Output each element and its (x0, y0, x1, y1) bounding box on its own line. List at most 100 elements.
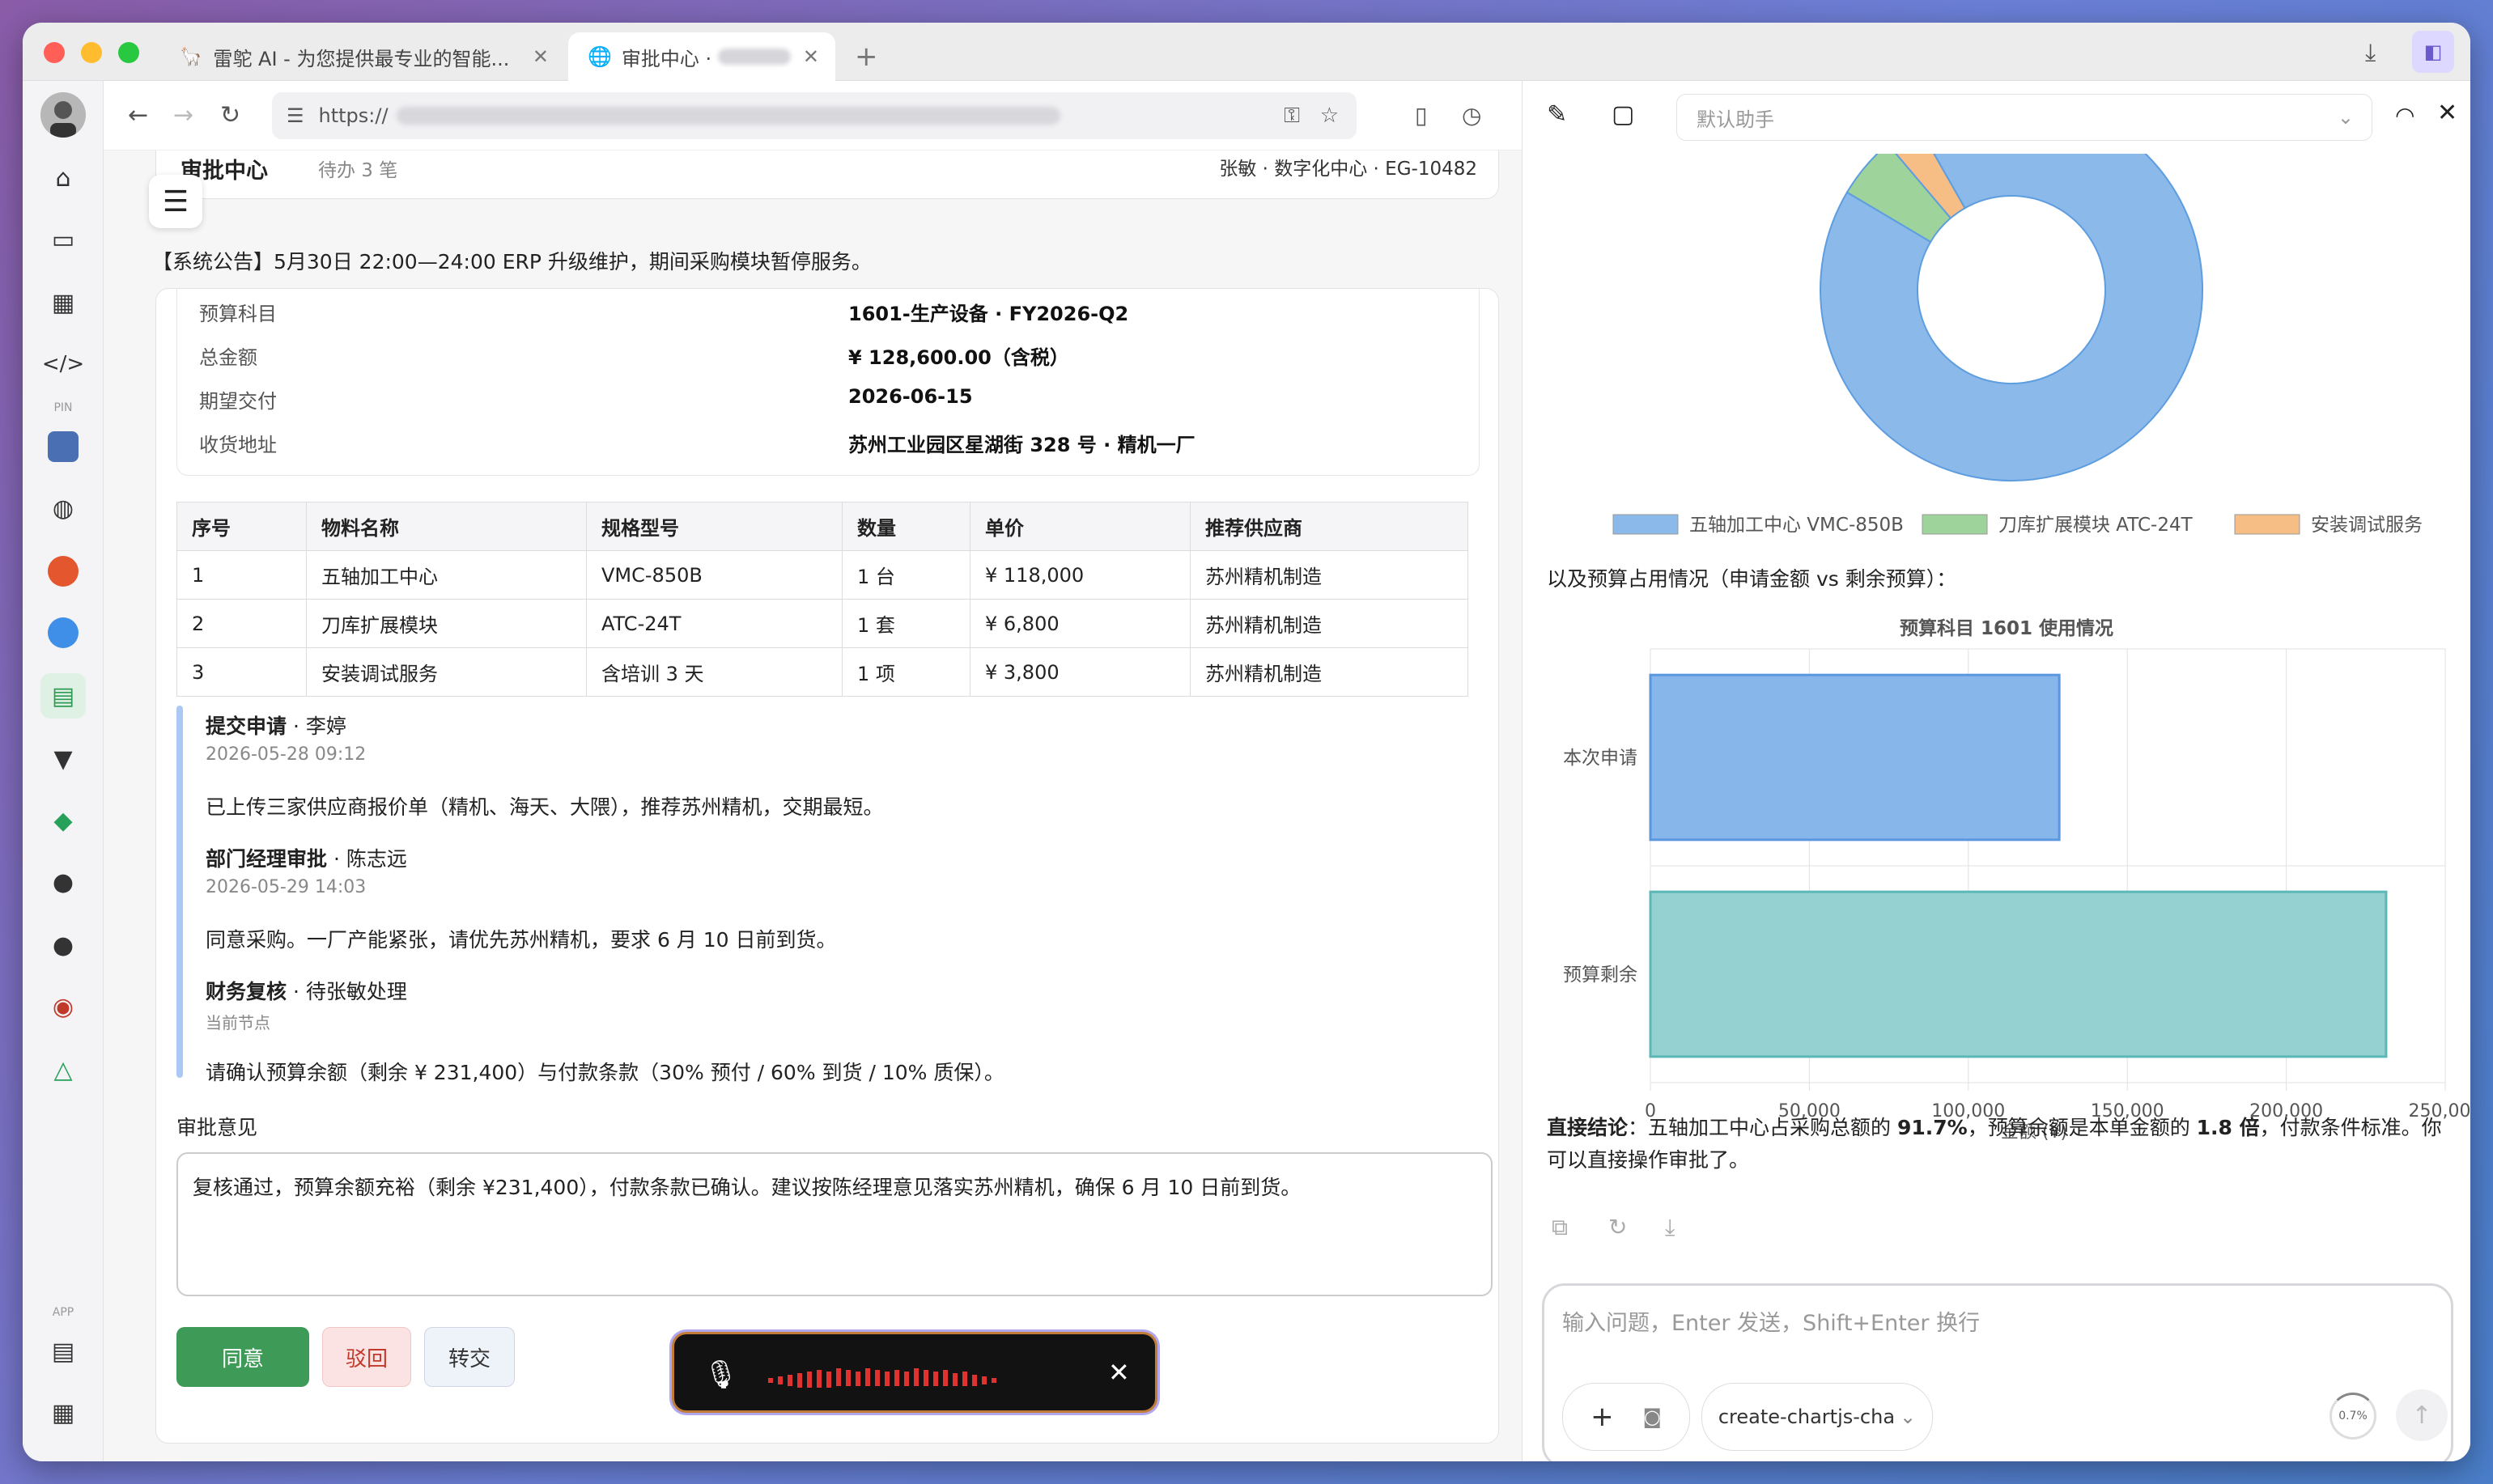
legend-swatch (1612, 514, 1679, 535)
step-time: 当前节点 (206, 1013, 270, 1032)
zoom-window-button[interactable] (118, 42, 139, 63)
triangle-app-icon[interactable]: △ (40, 1047, 86, 1092)
table-cell: ¥ 6,800 (970, 599, 1191, 648)
home-icon[interactable]: ⌂ (40, 155, 86, 201)
star-icon[interactable]: ☆ (1320, 104, 1339, 128)
regenerate-icon[interactable]: ↻ (1608, 1214, 1627, 1240)
conclusion-highlight: 1.8 倍 (2196, 1116, 2260, 1139)
skill-chip[interactable]: create-chartjs-cha ⌄ (1701, 1383, 1933, 1451)
leituo-favicon-icon: 🦙 (180, 46, 202, 67)
key-icon[interactable]: ⚿ (1284, 104, 1300, 129)
bookmark-icon[interactable]: ▯ (1415, 102, 1427, 129)
add-icon[interactable]: + (1591, 1401, 1614, 1433)
avatar[interactable] (40, 92, 86, 138)
briefcase-icon[interactable]: ▭ (40, 217, 86, 262)
step-title: 提交申请 (206, 714, 287, 738)
v-app-icon[interactable]: ▼ (40, 736, 86, 782)
chevron-down-icon: ⌄ (2337, 106, 2354, 129)
legend-label: 安装调试服务 (2311, 515, 2423, 536)
conclusion-part: ：五轴加工中心占采购总额的 (1628, 1116, 1897, 1139)
conclusion-part: ，付款条件标准。你 (2259, 1116, 2442, 1139)
minimize-window-button[interactable] (81, 42, 102, 63)
hamburger-menu-icon[interactable]: ☰ (149, 175, 202, 228)
chat-composer: 输入问题，Enter 发送，Shift+Enter 换行 + ◙ create-… (1542, 1283, 2453, 1461)
tab-approval-center[interactable]: 🌐 审批中心 · ✕ (568, 32, 835, 81)
emblem-app-icon[interactable]: ◉ (40, 984, 86, 1029)
fields-box (176, 288, 1480, 476)
step-comment: 请确认预算余额（剩余 ¥ 231,400）与付款条款（30% 预付 / 60% … (206, 1061, 1004, 1084)
back-icon[interactable]: ← (128, 101, 148, 129)
tab-title: 审批中心 · (621, 47, 712, 70)
notes-icon[interactable]: ▤ (40, 1329, 86, 1374)
reject-button[interactable]: 驳回 (322, 1327, 411, 1387)
history-icon[interactable]: ◷ (1462, 102, 1481, 129)
close-voice-icon[interactable]: ✕ (1108, 1357, 1130, 1388)
microphone-icon[interactable]: 🎙 (703, 1359, 738, 1391)
download-icon[interactable]: ⤓ (1665, 1214, 1675, 1241)
send-button[interactable]: ↑ (2396, 1389, 2448, 1441)
code-icon[interactable]: </> (40, 341, 86, 387)
assistant-selector[interactable]: 默认助手 ⌄ (1676, 94, 2372, 141)
step-time: 2026-05-28 09:12 (206, 744, 367, 765)
calendar-icon[interactable]: ▦ (40, 1390, 86, 1435)
new-chat-icon[interactable]: ✎ (1547, 100, 1567, 129)
table-cell: VMC-850B (586, 550, 843, 600)
table-header: 物料名称 (306, 502, 587, 551)
step-comment: 同意采购。一厂产能紧张，请优先苏州精机，要求 6 月 10 日前到货。 (206, 928, 837, 952)
download-icon[interactable]: ⤓ (2365, 39, 2376, 67)
field-label: 收货地址 (199, 434, 277, 456)
leituo-app-icon[interactable] (40, 424, 86, 469)
diamond-app-icon[interactable]: ◆ (40, 798, 86, 843)
approve-button[interactable]: 同意 (176, 1327, 309, 1387)
assistant-panel: ✎ ▢ 默认助手 ⌄ ◠ ✕ 五轴加工中心 VMC-850B 刀库扩展模块 ATC… (1522, 81, 2470, 1461)
sidepanel-toggle-icon[interactable]: ◧ (2412, 31, 2454, 73)
assistant-selector-text: 默认助手 (1697, 108, 1774, 131)
table-row: 3 安装调试服务 含培训 3 天 1 项 ¥ 3,800 苏州精机制造 (176, 647, 1468, 697)
github-icon[interactable]: ● (40, 922, 86, 968)
table-cell: 苏州精机制造 (1190, 599, 1468, 648)
close-tab-icon[interactable]: ✕ (803, 45, 819, 68)
camera-icon[interactable]: ◙ (1643, 1406, 1662, 1428)
field-label: 总金额 (199, 346, 257, 369)
document-app-icon[interactable]: ▤ (40, 673, 86, 719)
opinion-textarea[interactable]: 复核通过，预算余额充裕（剩余 ¥231,400），付款条款已确认。建议按陈经理意… (176, 1152, 1493, 1296)
apps-grid-icon[interactable]: ▦ (40, 280, 86, 325)
monkey-app-icon[interactable] (40, 549, 86, 594)
chat-input[interactable]: 输入问题，Enter 发送，Shift+Enter 换行 (1562, 1305, 1980, 1337)
swirl-app-icon[interactable] (40, 610, 86, 655)
pending-count: 待办 3 笔 (318, 160, 398, 181)
browser-window: 🦙 雷鸵 AI - 为您提供最专业的智能... ✕ 🌐 审批中心 · ✕ + ⤓… (23, 23, 2470, 1461)
table-cell: 2 (176, 599, 307, 648)
bar[interactable] (1649, 673, 2061, 842)
table-cell: ¥ 3,800 (970, 647, 1191, 697)
conclusion-part: ，预算余额是本单金额的 (1967, 1116, 2197, 1139)
tab-leituo-ai[interactable]: 🦙 雷鸵 AI - 为您提供最专业的智能... ✕ (160, 32, 565, 81)
table-cell: 1 (176, 550, 307, 600)
close-window-button[interactable] (44, 42, 65, 63)
close-panel-icon[interactable]: ✕ (2437, 99, 2457, 127)
table-cell: 含培训 3 天 (586, 647, 843, 697)
github-icon[interactable]: ● (40, 859, 86, 905)
main-browser-pane: ← → ↻ ☰ https:// ⚿ ☆ ▯ ◷ 审批中心 待办 3 笔 张敏 … (104, 81, 1522, 1461)
speed-gauge-icon[interactable]: ◠ (2395, 102, 2414, 129)
url-field[interactable]: ☰ https:// ⚿ ☆ (272, 92, 1357, 139)
new-tab-button[interactable]: + (855, 40, 878, 73)
reload-icon[interactable]: ↻ (220, 101, 240, 129)
conclusion-prefix: 直接结论 (1547, 1116, 1629, 1139)
table-cell: 苏州精机制造 (1190, 647, 1468, 697)
copy-icon[interactable]: ⧉ (1552, 1214, 1568, 1241)
title-bar: 🦙 雷鸵 AI - 为您提供最专业的智能... ✕ 🌐 审批中心 · ✕ + ⤓… (23, 23, 2470, 81)
field-label: 预算科目 (199, 303, 277, 325)
app-section-label: APP (52, 1306, 74, 1319)
blurred-url (396, 107, 1060, 125)
pin-section-label: PIN (53, 401, 73, 414)
forward-icon[interactable]: → (173, 101, 193, 129)
close-tab-icon[interactable]: ✕ (533, 45, 549, 68)
bar[interactable] (1649, 890, 2388, 1058)
transfer-button[interactable]: 转交 (424, 1327, 515, 1387)
chat-history-icon[interactable]: ▢ (1612, 100, 1634, 129)
globe-icon[interactable]: ◍ (40, 485, 86, 531)
composer-tools: + ◙ (1562, 1383, 1690, 1451)
table-cell: ATC-24T (586, 599, 843, 648)
site-settings-icon[interactable]: ☰ (287, 104, 304, 127)
